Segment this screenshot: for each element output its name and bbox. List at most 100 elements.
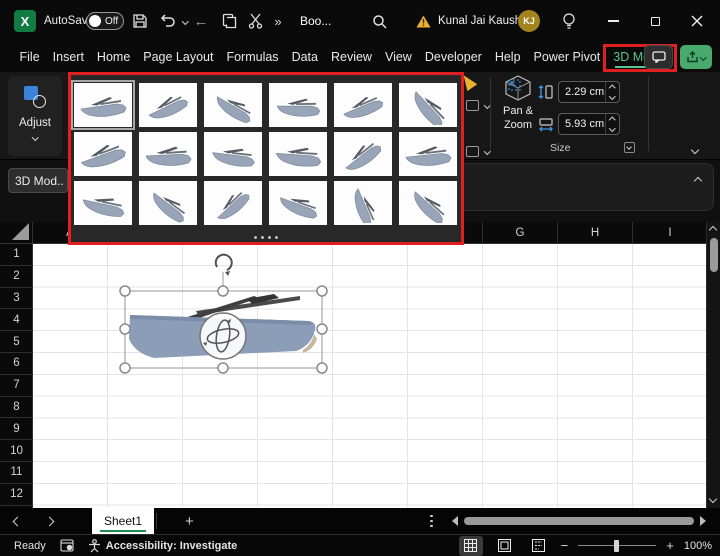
- gallery-model-view-11[interactable]: [334, 132, 392, 176]
- close-button[interactable]: [682, 0, 712, 42]
- row-header-8[interactable]: 8: [0, 397, 33, 419]
- gallery-model-view-02[interactable]: [139, 83, 197, 127]
- prev-sheet-icon[interactable]: [0, 518, 34, 525]
- zoom-slider[interactable]: [578, 545, 656, 547]
- horizontal-scrollbar[interactable]: [452, 514, 706, 528]
- vertical-scroll-thumb[interactable]: [710, 238, 718, 272]
- gallery-model-view-05[interactable]: [334, 83, 392, 127]
- column-header-g[interactable]: G: [483, 222, 558, 244]
- shape-width-field[interactable]: 5.93 cm: [558, 113, 620, 135]
- gallery-model-view-07[interactable]: [74, 132, 132, 176]
- gallery-model-view-01[interactable]: [74, 83, 132, 127]
- gallery-model-view-04[interactable]: [269, 83, 327, 127]
- zoom-slider-knob[interactable]: [614, 540, 619, 552]
- row-header-10[interactable]: 10: [0, 440, 33, 462]
- gallery-model-view-16[interactable]: [269, 181, 327, 225]
- gallery-model-view-10[interactable]: [269, 132, 327, 176]
- row-header-7[interactable]: 7: [0, 375, 33, 397]
- next-sheet-icon[interactable]: [34, 518, 64, 525]
- warning-icon[interactable]: [416, 0, 431, 42]
- row-header-6[interactable]: 6: [0, 353, 33, 375]
- size-dialog-launcher[interactable]: [624, 142, 635, 153]
- column-header-h[interactable]: H: [558, 222, 633, 244]
- align-icon[interactable]: [466, 146, 490, 157]
- sheet-tab-sheet1[interactable]: Sheet1: [92, 508, 154, 534]
- spreadsheet-grid[interactable]: [33, 244, 706, 508]
- menu-tab-insert[interactable]: Insert: [46, 42, 90, 72]
- gallery-model-view-18[interactable]: [399, 181, 457, 225]
- vertical-scrollbar[interactable]: [706, 222, 720, 508]
- menu-tab-data[interactable]: Data: [285, 42, 324, 72]
- search-icon[interactable]: [372, 0, 387, 42]
- macro-record-icon[interactable]: [60, 539, 74, 552]
- page-layout-view-button[interactable]: [493, 536, 517, 556]
- scroll-left-icon[interactable]: [452, 516, 458, 526]
- zoom-in-icon[interactable]: +: [666, 538, 674, 553]
- gallery-model-view-15[interactable]: [204, 181, 262, 225]
- menu-tab-help[interactable]: Help: [488, 42, 527, 72]
- menu-tab-home[interactable]: Home: [90, 42, 136, 72]
- ribbon-collapse-icon[interactable]: [692, 140, 698, 158]
- width-spinner[interactable]: [605, 114, 619, 134]
- select-all-corner[interactable]: [0, 222, 33, 244]
- maximize-button[interactable]: [640, 0, 670, 42]
- share-button[interactable]: [680, 45, 712, 69]
- height-spinner[interactable]: [605, 82, 619, 102]
- gallery-resize-handle[interactable]: [71, 236, 461, 239]
- back-arrow-icon[interactable]: ←: [192, 0, 210, 42]
- tabbar-options-icon[interactable]: [430, 515, 433, 528]
- scroll-down-icon[interactable]: [709, 495, 717, 503]
- formula-bar-expand-icon[interactable]: [694, 177, 702, 185]
- row-header-11[interactable]: 11: [0, 462, 33, 484]
- row-header-12[interactable]: 12: [0, 484, 33, 506]
- menu-tab-power-pivot[interactable]: Power Pivot: [527, 42, 607, 72]
- menu-tab-view[interactable]: View: [378, 42, 418, 72]
- page-break-view-button[interactable]: [527, 536, 551, 556]
- 3d-model-object[interactable]: [108, 252, 338, 377]
- avatar[interactable]: KJ: [518, 0, 540, 42]
- minimize-button[interactable]: [598, 0, 628, 42]
- add-sheet-button[interactable]: +: [185, 513, 194, 530]
- normal-view-button[interactable]: [459, 536, 483, 556]
- rotate-handle-icon[interactable]: [216, 255, 232, 276]
- gallery-model-view-03[interactable]: [204, 83, 262, 127]
- save-icon[interactable]: [131, 0, 149, 42]
- shape-height-field[interactable]: 2.29 cm: [558, 81, 620, 103]
- column-header-i[interactable]: I: [633, 222, 706, 244]
- row-header-9[interactable]: 9: [0, 418, 33, 440]
- gallery-model-view-09[interactable]: [204, 132, 262, 176]
- scroll-up-icon[interactable]: [709, 226, 717, 234]
- row-header-4[interactable]: 4: [0, 309, 33, 331]
- lightbulb-icon[interactable]: [562, 0, 576, 42]
- rotate-gizmo-icon[interactable]: [200, 313, 246, 359]
- comments-button[interactable]: [644, 45, 673, 69]
- gallery-model-view-06[interactable]: [399, 83, 457, 127]
- row-header-2[interactable]: 2: [0, 266, 33, 288]
- gallery-model-view-13[interactable]: [74, 181, 132, 225]
- menu-tab-file[interactable]: File: [13, 42, 46, 72]
- undo-icon[interactable]: [158, 0, 176, 42]
- scroll-right-icon[interactable]: [700, 516, 706, 526]
- gallery-model-view-17[interactable]: [334, 181, 392, 225]
- zoom-out-icon[interactable]: −: [561, 538, 569, 553]
- gallery-model-view-08[interactable]: [139, 132, 197, 176]
- row-header-3[interactable]: 3: [0, 288, 33, 310]
- gallery-model-view-14[interactable]: [139, 181, 197, 225]
- row-header-1[interactable]: 1: [0, 244, 33, 266]
- pan-zoom-button[interactable]: Pan & Zoom: [494, 74, 542, 152]
- row-header-5[interactable]: 5: [0, 331, 33, 353]
- accessibility-status[interactable]: Accessibility: Investigate: [88, 539, 237, 553]
- arrange-icon[interactable]: [466, 100, 490, 111]
- name-box[interactable]: 3D Mod..: [8, 168, 68, 193]
- gallery-model-view-12[interactable]: [399, 132, 457, 176]
- menu-tab-page-layout[interactable]: Page Layout: [137, 42, 220, 72]
- menu-tab-developer[interactable]: Developer: [418, 42, 488, 72]
- copy-icon[interactable]: [220, 0, 238, 42]
- adjust-button[interactable]: Adjust: [8, 76, 62, 156]
- horizontal-scroll-thumb[interactable]: [464, 517, 694, 525]
- user-name[interactable]: Kunal Jai Kaushik: [438, 0, 529, 42]
- autosave-toggle[interactable]: Off: [86, 0, 124, 42]
- menu-tab-review[interactable]: Review: [324, 42, 378, 72]
- zoom-level[interactable]: 100%: [684, 540, 712, 552]
- more-commands-icon[interactable]: »: [269, 0, 287, 42]
